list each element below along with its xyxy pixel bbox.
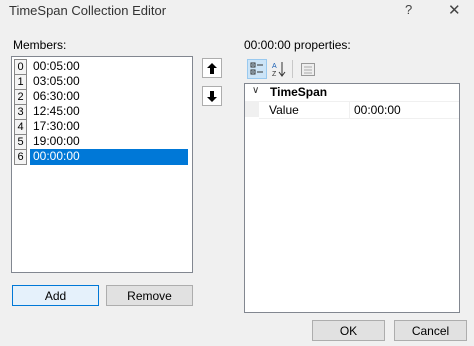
list-item-value: 12:45:00 (33, 104, 80, 118)
close-button[interactable]: ✕ (448, 1, 461, 19)
arrow-down-icon (207, 90, 217, 102)
list-item-index: 0 (14, 59, 27, 75)
alphabetical-button[interactable]: A Z (269, 59, 289, 79)
ok-button[interactable]: OK (312, 320, 385, 341)
list-item-value: 00:00:00 (30, 149, 188, 165)
arrow-up-icon (207, 62, 217, 74)
svg-text:Z: Z (272, 71, 277, 77)
remove-button[interactable]: Remove (106, 285, 193, 306)
list-item-value: 19:00:00 (33, 134, 80, 148)
list-item-index: 2 (14, 89, 27, 105)
list-item[interactable]: 5 19:00:00 (14, 134, 191, 150)
svg-text:A: A (272, 63, 277, 70)
move-up-button[interactable] (202, 58, 222, 78)
property-pages-icon (301, 62, 315, 76)
property-value[interactable]: 00:00:00 (354, 103, 401, 117)
property-category[interactable]: ∨ TimeSpan (245, 84, 459, 101)
chevron-down-icon[interactable]: ∨ (252, 85, 259, 96)
list-item-index: 1 (14, 74, 27, 90)
grid-gutter (245, 101, 259, 117)
help-button[interactable]: ? (405, 2, 412, 17)
members-listbox[interactable]: 0 00:05:00 1 03:05:00 2 06:30:00 3 12:45… (11, 56, 193, 273)
list-item-value: 03:05:00 (33, 74, 80, 88)
properties-label: 00:00:00 properties: (244, 38, 351, 52)
list-item-value: 17:30:00 (33, 119, 80, 133)
property-row[interactable]: Value 00:00:00 (259, 101, 459, 119)
list-item-value: 06:30:00 (33, 89, 80, 103)
property-name: Value (269, 103, 299, 117)
list-item-index: 6 (14, 149, 27, 165)
property-grid[interactable]: ∨ TimeSpan Value 00:00:00 (244, 83, 460, 313)
column-divider[interactable] (349, 102, 350, 118)
property-pages-button[interactable] (298, 59, 318, 79)
list-item[interactable]: 3 12:45:00 (14, 104, 191, 120)
list-item-selected[interactable]: 6 00:00:00 (14, 149, 191, 165)
categorized-button[interactable] (247, 59, 267, 79)
categorized-icon (250, 62, 263, 75)
list-item[interactable]: 2 06:30:00 (14, 89, 191, 105)
toolbar-separator (292, 60, 293, 78)
move-down-button[interactable] (202, 86, 222, 106)
add-button[interactable]: Add (12, 285, 99, 306)
list-item-index: 4 (14, 119, 27, 135)
cancel-button[interactable]: Cancel (394, 320, 467, 341)
members-label: Members: (13, 38, 67, 52)
list-item-value: 00:05:00 (33, 59, 80, 73)
list-item[interactable]: 0 00:05:00 (14, 59, 191, 75)
list-item-index: 5 (14, 134, 27, 150)
list-item[interactable]: 1 03:05:00 (14, 74, 191, 90)
sort-alphabetical-icon: A Z (272, 62, 286, 77)
window-title: TimeSpan Collection Editor (9, 3, 167, 18)
list-item[interactable]: 4 17:30:00 (14, 119, 191, 135)
category-label: TimeSpan (270, 85, 328, 99)
list-item-index: 3 (14, 104, 27, 120)
